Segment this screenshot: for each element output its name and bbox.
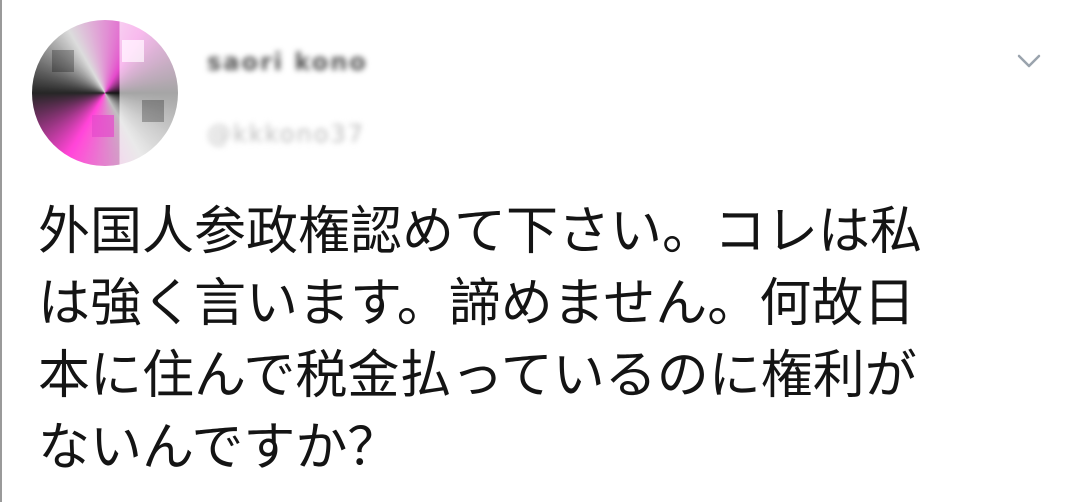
avatar[interactable] xyxy=(32,20,178,166)
tweet-text-line: 本に住んで税金払っているのに権利が xyxy=(38,346,917,406)
avatar-pixel xyxy=(122,40,144,62)
tweet-text: 外国人参政権認めて下さい。コレは私 は強く言います。諦めません。何故日 本に住ん… xyxy=(38,196,1048,484)
chevron-down-icon[interactable] xyxy=(1015,50,1043,72)
tweet-card: saori kono @kkkono37 外国人参政権認めて下さい。コレは私 は… xyxy=(0,0,1070,502)
avatar-pixel xyxy=(142,100,164,122)
tweet-text-line: は強く言います。諦めません。何故日 xyxy=(38,274,916,334)
avatar-pixel xyxy=(52,50,74,72)
display-name[interactable]: saori kono xyxy=(207,48,368,76)
avatar-pixel xyxy=(92,115,114,137)
user-handle[interactable]: @kkkono37 xyxy=(207,120,365,148)
tweet-text-line: 外国人参政権認めて下さい。コレは私 xyxy=(38,202,923,262)
tweet-text-line: ないんですか？ xyxy=(38,418,400,478)
